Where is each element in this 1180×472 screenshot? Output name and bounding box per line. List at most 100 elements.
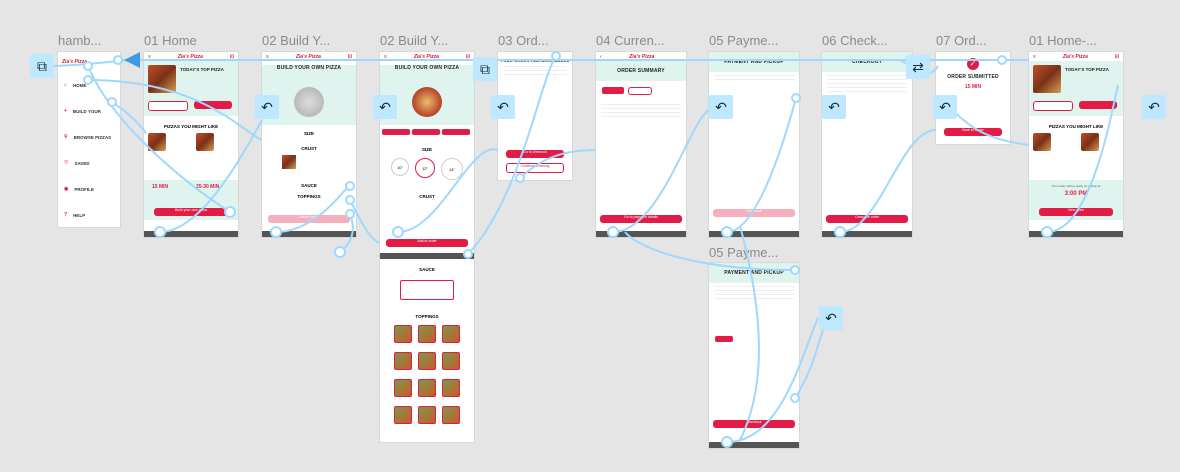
chip[interactable] — [442, 129, 470, 135]
connection-node[interactable] — [334, 246, 346, 258]
divider — [503, 74, 567, 75]
add-to-order-disabled-button[interactable]: Add to order — [268, 215, 350, 223]
cart-icon[interactable]: ⊡ — [1115, 54, 1119, 60]
frame-checkout[interactable]: CHECKOUT Complete order — [822, 52, 912, 237]
frame-label-payment-2[interactable]: 05 Payme... — [709, 245, 778, 260]
asap-option[interactable] — [715, 336, 733, 342]
menu-item-saved[interactable]: ♡ SAVED — [58, 150, 120, 176]
continue-browsing-button[interactable]: Continue browsing — [506, 163, 564, 173]
pizza-thumb[interactable] — [196, 133, 214, 151]
menu-icon[interactable]: ≡ — [148, 54, 151, 60]
device-icon[interactable]: ⧉ — [30, 54, 54, 78]
add-to-order-button[interactable]: Add to order — [386, 239, 468, 247]
add-to-order-button[interactable] — [194, 101, 232, 109]
customize-button[interactable] — [1033, 101, 1073, 111]
crust-option[interactable] — [262, 151, 356, 173]
topping-tile[interactable] — [418, 325, 436, 343]
topping-tile[interactable] — [418, 352, 436, 370]
back-icon[interactable]: ↶ — [373, 95, 397, 119]
frame-hamburger[interactable]: Zia's Pizza ⌂ HOME + BUILD YOUR ⚲ BROWSE PI… — [58, 52, 120, 227]
home-indicator — [596, 231, 686, 237]
menu-icon[interactable]: ≡ — [384, 54, 387, 60]
swap-icon[interactable]: ⇄ — [906, 55, 930, 79]
topping-tile[interactable] — [442, 379, 460, 397]
size-header[interactable]: SIZE — [262, 131, 356, 136]
topping-tile[interactable] — [394, 325, 412, 343]
topping-tile[interactable] — [418, 406, 436, 424]
back-arrow-icon[interactable]: ‹ — [600, 54, 602, 60]
cart-icon[interactable]: ⊡ — [230, 54, 234, 60]
pizza-thumb[interactable] — [1033, 133, 1051, 151]
topping-tile[interactable] — [418, 379, 436, 397]
frame-label-payment[interactable]: 05 Payme... — [709, 33, 778, 48]
build-own-button[interactable]: Build your own pizza — [154, 208, 228, 216]
menu-item-help[interactable]: ? HELP — [58, 202, 120, 227]
sauce-option[interactable] — [400, 280, 454, 300]
customize-button[interactable] — [148, 101, 188, 111]
add-to-order-button[interactable] — [1079, 101, 1117, 109]
sauce-header[interactable]: SAUCE — [380, 267, 474, 272]
frame-label-checkout[interactable]: 06 Check... — [822, 33, 888, 48]
back-icon[interactable]: ↶ — [491, 95, 515, 119]
cart-icon[interactable]: ⊡ — [466, 54, 470, 60]
back-icon[interactable]: ↶ — [709, 95, 733, 119]
delivery-tab[interactable] — [628, 87, 652, 95]
play-indicator-icon[interactable] — [124, 52, 140, 68]
topping-tile[interactable] — [394, 352, 412, 370]
go-to-payment-button[interactable]: Go to payment details — [600, 215, 682, 223]
pizza-thumb[interactable] — [148, 133, 166, 151]
topping-tile[interactable] — [442, 352, 460, 370]
view-order-button[interactable]: View order — [1039, 208, 1113, 216]
frame-label-build-1[interactable]: 02 Build Y... — [262, 33, 330, 48]
menu-item-browse[interactable]: ⚲ BROWSE PIZZAS — [58, 124, 120, 150]
sauce-header[interactable]: SAUCE — [262, 183, 356, 188]
logo: Zia's Pizza — [629, 53, 655, 60]
cart-icon[interactable]: ⊡ — [348, 54, 352, 60]
topping-tile[interactable] — [394, 379, 412, 397]
frame-build-1[interactable]: ≡ Zia's Pizza ⊡ BUILD YOUR OWN PIZZA SIZE … — [262, 52, 356, 237]
complete-order-button[interactable]: Complete order — [826, 215, 908, 223]
frame-label-order[interactable]: 03 Ord... — [498, 33, 549, 48]
frame-label-current[interactable]: 04 Curren... — [596, 33, 665, 48]
toppings-header[interactable]: TOPPINGS — [262, 194, 356, 199]
frame-home-2[interactable]: ≡ Zia's Pizza ⊡ TODAY'S TOP PIZZA PIZZAS Y… — [1029, 52, 1123, 237]
payment-title: PAYMENT AND PICKUP — [724, 270, 784, 276]
frame-label-order-submitted[interactable]: 07 Ord... — [936, 33, 987, 48]
frame-label-hamburger[interactable]: hamb... — [58, 33, 101, 48]
frame-current-order[interactable]: ‹ Zia's Pizza ORDER SUMMARY Go to payment… — [596, 52, 686, 237]
back-to-home-button[interactable]: Back to home — [944, 128, 1002, 136]
logo: Zia's Pizza — [177, 53, 203, 60]
topping-tile[interactable] — [442, 406, 460, 424]
chip[interactable] — [382, 129, 410, 135]
device-icon[interactable]: ⧉ — [473, 57, 497, 81]
size-option[interactable]: 10" — [391, 158, 409, 176]
home-indicator — [144, 231, 238, 237]
topping-tile[interactable] — [442, 325, 460, 343]
checkout-button[interactable]: Checkout — [713, 420, 795, 428]
menu-item-home[interactable]: ⌂ HOME — [58, 72, 120, 98]
frame-label-home-2[interactable]: 01 Home-... — [1029, 33, 1097, 48]
frame-payment-2[interactable]: PAYMENT AND PICKUP Checkout — [709, 263, 799, 448]
back-icon[interactable]: ↶ — [933, 95, 957, 119]
crust-header[interactable]: CRUST — [380, 194, 474, 199]
checkout-disabled-button[interactable]: Checkout — [713, 209, 795, 217]
size-option[interactable]: 12" — [415, 158, 435, 178]
back-icon[interactable]: ↶ — [819, 306, 843, 330]
frame-label-home[interactable]: 01 Home — [144, 33, 197, 48]
menu-icon[interactable]: ≡ — [266, 54, 269, 60]
pickup-tab[interactable] — [602, 87, 624, 94]
menu-item-build[interactable]: + BUILD YOUR — [58, 98, 120, 124]
frame-home[interactable]: ≡ Zia's Pizza ⊡ TODAY'S TOP PIZZA PIZZAS Y… — [144, 52, 238, 237]
go-to-checkout-button[interactable]: Go to checkout — [506, 150, 564, 158]
frame-label-build-2[interactable]: 02 Build Y... — [380, 33, 448, 48]
menu-icon[interactable]: ≡ — [1033, 54, 1036, 60]
back-icon[interactable]: ↶ — [822, 95, 846, 119]
chip[interactable] — [412, 129, 440, 135]
frame-payment[interactable]: PAYMENT AND PICKUP Checkout — [709, 52, 799, 237]
back-icon[interactable]: ↶ — [255, 95, 279, 119]
pizza-thumb[interactable] — [1081, 133, 1099, 151]
topping-tile[interactable] — [394, 406, 412, 424]
size-option[interactable]: 14" — [441, 158, 463, 180]
back-icon[interactable]: ↶ — [1142, 95, 1166, 119]
menu-item-profile[interactable]: ◉ PROFILE — [58, 176, 120, 202]
